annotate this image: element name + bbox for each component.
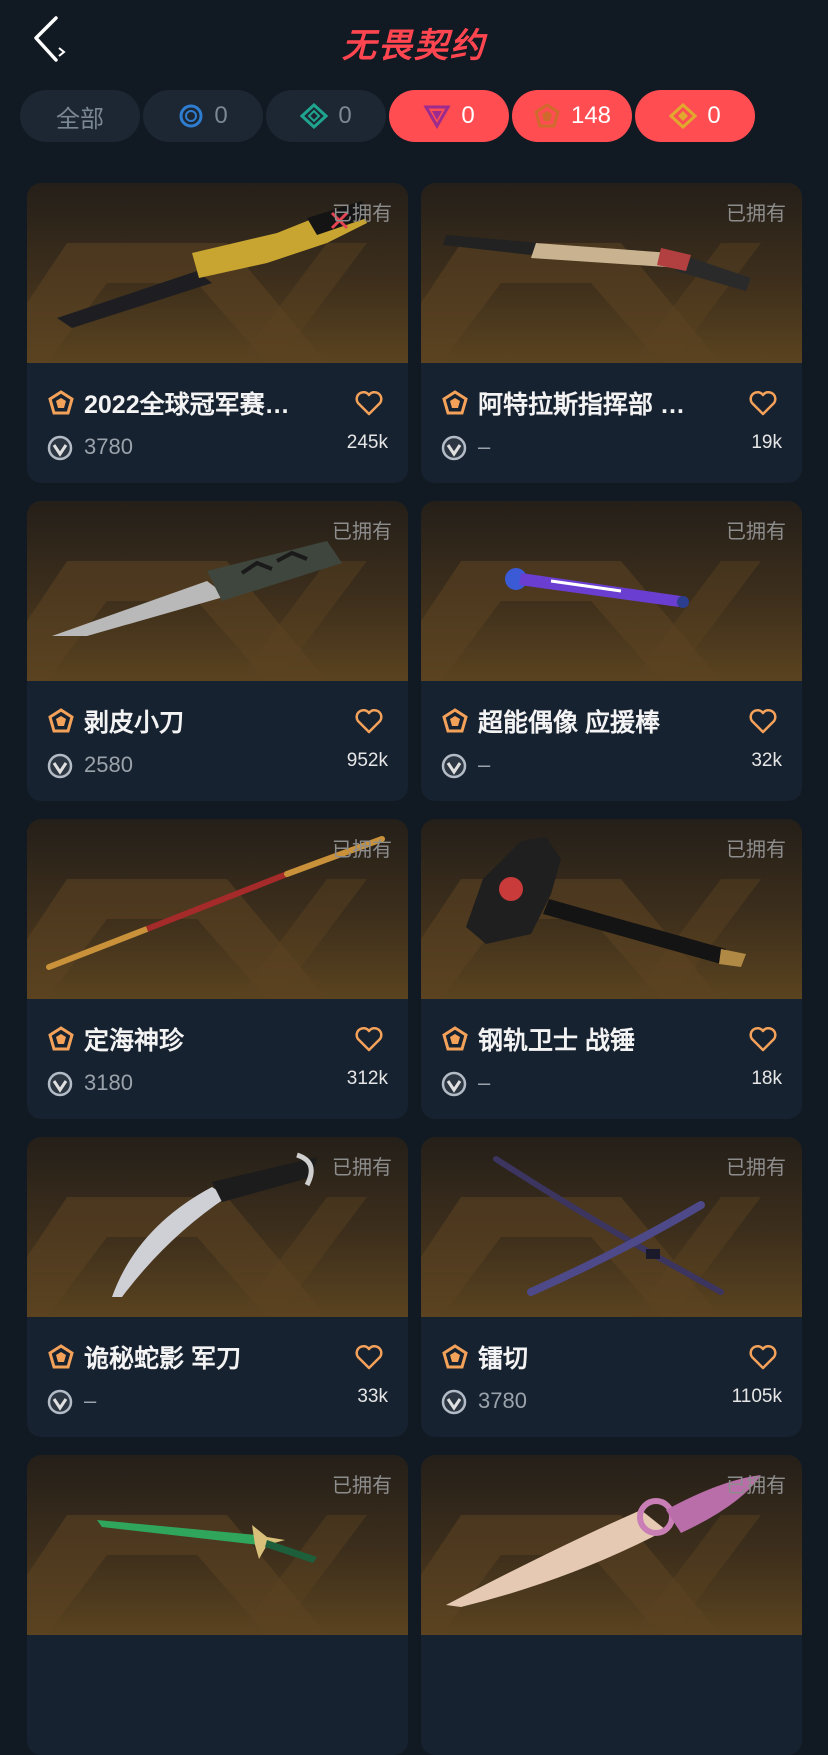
like-count: 33k <box>357 1386 388 1407</box>
skin-card[interactable]: 已拥有 镭切 3780 1105k <box>421 1137 802 1437</box>
owned-label: 已拥有 <box>332 1475 392 1497</box>
skin-thumbnail: 已拥有 <box>421 183 802 363</box>
skin-card[interactable]: 已拥有 <box>27 1455 408 1755</box>
skin-price: 3780 <box>478 1388 527 1413</box>
heart-icon[interactable] <box>748 389 778 417</box>
owned-label: 已拥有 <box>332 203 392 225</box>
exclusive-tier-icon <box>442 390 468 415</box>
skin-name: 钢轨卫士 战锤 <box>478 1027 635 1055</box>
owned-label: 已拥有 <box>332 1157 392 1179</box>
filter-count: 0 <box>338 102 352 129</box>
skin-name: 2022全球冠军赛… <box>84 391 290 419</box>
skin-card[interactable]: 已拥有 剥皮小刀 2580 952k <box>27 501 408 801</box>
skin-card[interactable]: 已拥有 定海神珍 3180 312k <box>27 819 408 1119</box>
heart-icon[interactable] <box>354 389 384 417</box>
app-logo: 无畏契约 <box>342 26 486 66</box>
premium-tier-icon <box>423 105 451 129</box>
filter-all-chip[interactable]: 全部 <box>20 90 140 142</box>
like-count: 245k <box>346 432 388 453</box>
heart-icon[interactable] <box>748 1343 778 1371</box>
filter-count: 148 <box>570 102 612 129</box>
skin-thumbnail: 已拥有 <box>27 1137 408 1317</box>
skin-thumbnail: 已拥有 <box>421 1137 802 1317</box>
like-count: 952k <box>346 750 388 771</box>
owned-label: 已拥有 <box>726 1157 786 1179</box>
skin-name: 剥皮小刀 <box>84 709 185 737</box>
heart-icon[interactable] <box>748 1025 778 1053</box>
skin-thumbnail: 已拥有 <box>27 819 408 999</box>
skin-name: 诡秘蛇影 军刀 <box>84 1345 241 1373</box>
filter-deluxe-chip[interactable]: 0 <box>266 90 386 142</box>
skin-price: – <box>478 1070 491 1095</box>
filter-ultra-chip[interactable]: 0 <box>635 90 755 142</box>
filter-count: 0 <box>461 102 475 129</box>
skin-thumbnail: 已拥有 <box>421 1455 802 1635</box>
skin-card[interactable]: 已拥有 超能偶像 应援棒 – 32k <box>421 501 802 801</box>
filter-count: 0 <box>214 102 228 129</box>
skin-thumbnail: 已拥有 <box>27 501 408 681</box>
skin-thumbnail: 已拥有 <box>27 183 408 363</box>
skin-card[interactable]: 已拥有 诡秘蛇影 军刀 – 33k <box>27 1137 408 1437</box>
like-count: 32k <box>751 750 782 771</box>
exclusive-tier-icon <box>442 1344 468 1369</box>
heart-icon[interactable] <box>354 707 384 735</box>
header: 无畏契约 <box>0 0 828 84</box>
like-count: 312k <box>346 1068 388 1089</box>
skin-card[interactable]: 已拥有 钢轨卫士 战锤 – 18k <box>421 819 802 1119</box>
valorant-points-icon <box>441 1389 467 1415</box>
skin-price: – <box>84 1388 97 1413</box>
skin-thumbnail: 已拥有 <box>27 1455 408 1635</box>
owned-label: 已拥有 <box>332 521 392 543</box>
exclusive-tier-icon <box>48 1344 74 1369</box>
skin-price: – <box>478 434 491 459</box>
like-count: 18k <box>751 1068 782 1089</box>
valorant-points-icon <box>441 753 467 779</box>
valorant-points-icon <box>47 1071 73 1097</box>
heart-icon[interactable] <box>354 1343 384 1371</box>
valorant-points-icon <box>47 753 73 779</box>
filter-select-chip[interactable]: 0 <box>143 90 263 142</box>
tier-filter-bar: 全部 0 0 0 148 0 <box>20 90 820 144</box>
owned-label: 已拥有 <box>332 839 392 861</box>
skin-card[interactable]: 已拥有 阿特拉斯指挥部 甩棍 – 19k <box>421 183 802 483</box>
skin-name: 镭切 <box>478 1345 529 1373</box>
filter-count: 0 <box>707 102 721 129</box>
owned-label: 已拥有 <box>726 521 786 543</box>
skin-name: 超能偶像 应援棒 <box>478 709 660 737</box>
skin-thumbnail: 已拥有 <box>421 501 802 681</box>
select-tier-icon <box>179 104 203 128</box>
deluxe-tier-icon <box>300 103 329 129</box>
skin-price: 3180 <box>84 1070 133 1095</box>
heart-icon[interactable] <box>748 707 778 735</box>
owned-label: 已拥有 <box>726 203 786 225</box>
owned-label: 已拥有 <box>726 839 786 861</box>
exclusive-tier-icon <box>48 708 74 733</box>
exclusive-tier-icon <box>534 103 560 128</box>
owned-label: 已拥有 <box>726 1475 786 1497</box>
skin-price: – <box>478 752 491 777</box>
valorant-points-icon <box>47 435 73 461</box>
skin-card[interactable]: 已拥有 <box>421 1455 802 1755</box>
exclusive-tier-icon <box>442 708 468 733</box>
ultra-tier-icon <box>669 103 698 129</box>
exclusive-tier-icon <box>442 1026 468 1051</box>
valorant-points-icon <box>47 1389 73 1415</box>
skin-price: 2580 <box>84 752 133 777</box>
like-count: 19k <box>751 432 782 453</box>
exclusive-tier-icon <box>48 1026 74 1051</box>
skin-thumbnail: 已拥有 <box>421 819 802 999</box>
heart-icon[interactable] <box>354 1025 384 1053</box>
skin-price: 3780 <box>84 434 133 459</box>
valorant-points-icon <box>441 1071 467 1097</box>
filter-premium-chip[interactable]: 0 <box>389 90 509 142</box>
like-count: 1105k <box>731 1386 782 1407</box>
skin-card[interactable]: 已拥有 2022全球冠军赛… 3780 245k <box>27 183 408 483</box>
skin-name: 阿特拉斯指挥部 甩棍 <box>478 391 708 419</box>
valorant-points-icon <box>441 435 467 461</box>
filter-exclusive-chip[interactable]: 148 <box>512 90 632 142</box>
filter-label: 全部 <box>56 105 104 133</box>
skin-name: 定海神珍 <box>84 1027 185 1055</box>
exclusive-tier-icon <box>48 390 74 415</box>
